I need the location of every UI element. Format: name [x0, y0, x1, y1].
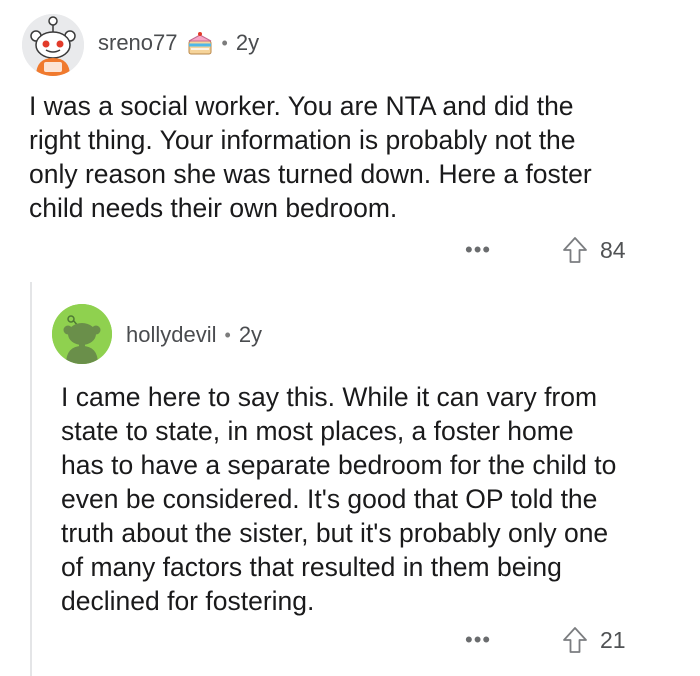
upvote-button[interactable] — [562, 236, 588, 264]
comment-actions: ••• 84 — [465, 236, 626, 264]
cake-day-icon — [186, 29, 214, 57]
username[interactable]: hollydevil — [126, 322, 217, 348]
comment-actions: ••• 21 — [465, 626, 626, 654]
upvote-arrow-icon — [563, 627, 587, 653]
comment-body: I came here to say this. While it can va… — [61, 382, 617, 616]
comment-age: 2y — [238, 322, 263, 347]
comment-age: 2y — [235, 30, 260, 55]
upvote-button[interactable] — [562, 626, 588, 654]
snoo-avatar-icon — [52, 304, 112, 364]
username[interactable]: sreno77 — [98, 30, 178, 56]
vote-score: 84 — [600, 236, 626, 263]
comment: sreno77 • 2y I was a social worker. You … — [0, 0, 700, 290]
more-options-button[interactable]: ••• — [465, 629, 495, 651]
vote-score: 21 — [600, 626, 626, 653]
separator: • — [221, 32, 228, 53]
upvote-arrow-icon — [563, 237, 587, 263]
snoo-avatar-icon — [22, 14, 84, 76]
comment-body: I was a social worker. You are NTA and d… — [29, 91, 592, 223]
user-avatar[interactable] — [52, 304, 112, 364]
comment-reply: hollydevil • 2y I came here to say this.… — [0, 282, 700, 676]
comment-meta: hollydevil • 2y — [126, 322, 262, 348]
user-avatar[interactable] — [22, 14, 84, 76]
comment-meta: sreno77 • 2y — [98, 29, 259, 57]
separator: • — [224, 324, 231, 345]
more-options-button[interactable]: ••• — [465, 239, 495, 261]
